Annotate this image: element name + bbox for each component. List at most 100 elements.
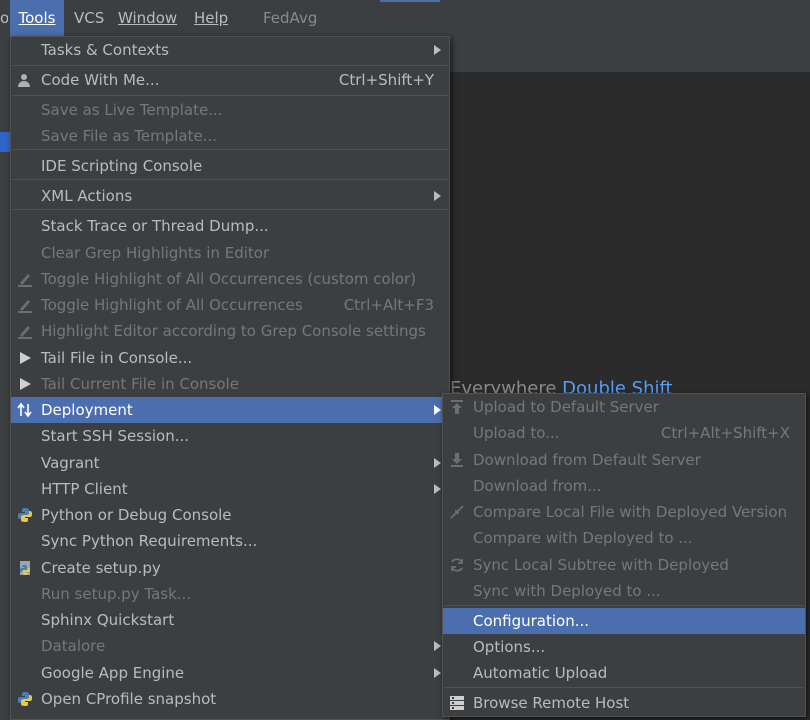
menu-item-compare-with-deployed-to[interactable]: Compare with Deployed to ... xyxy=(443,525,805,551)
python-icon xyxy=(17,507,33,523)
menu-item-sphinx-quickstart[interactable]: Sphinx Quickstart xyxy=(11,607,449,633)
menu-item-run-setup-py-task[interactable]: Run setup.py Task... xyxy=(11,581,449,607)
menu-item-datalore[interactable]: Datalore xyxy=(11,633,449,659)
menu-item-python-or-debug-console[interactable]: Python or Debug Console xyxy=(11,502,449,528)
menu-item-code-with-me[interactable]: Code With Me... Ctrl+Shift+Y xyxy=(11,67,449,93)
menu-item-label: Configuration... xyxy=(473,612,590,630)
menu-separator xyxy=(12,179,448,180)
menu-item-sync-python-requirements[interactable]: Sync Python Requirements... xyxy=(11,528,449,554)
menu-help[interactable]: Help xyxy=(194,0,228,36)
menu-item-label: Save File as Template... xyxy=(41,127,217,145)
menu-item-label: Start SSH Session... xyxy=(41,427,190,445)
menu-item-label: Python or Debug Console xyxy=(41,506,232,524)
menu-item-label: Datalore xyxy=(41,637,106,655)
menu-item-open-cprofile-snapshot[interactable]: Open CProfile snapshot xyxy=(11,686,449,712)
menu-item-upload-to-default-server[interactable]: Upload to Default Server xyxy=(443,394,805,420)
menu-item-http-client[interactable]: HTTP Client xyxy=(11,476,449,502)
menu-item-label: Browse Remote Host xyxy=(473,694,630,712)
menu-item-label: XML Actions xyxy=(41,187,133,205)
highlighter-icon xyxy=(17,297,33,313)
play-icon xyxy=(17,376,33,392)
menu-item-shortcut: Ctrl+Shift+Y xyxy=(338,71,434,89)
menu-item-highlight-editor-according-to-grep-console-settings[interactable]: Highlight Editor according to Grep Conso… xyxy=(11,318,449,344)
menu-bar: o Tools VCS Window Help FedAvg xyxy=(0,0,810,36)
menu-tools[interactable]: Tools xyxy=(10,0,64,36)
menu-window[interactable]: Window xyxy=(118,0,177,36)
menu-item-shortcut: Ctrl+Alt+Shift+X xyxy=(660,424,790,442)
menu-file-fragment[interactable]: o xyxy=(0,0,8,36)
menu-item-automatic-upload[interactable]: Automatic Upload xyxy=(443,660,805,686)
menu-item-vagrant[interactable]: Vagrant xyxy=(11,450,449,476)
menu-item-label: Upload to Default Server xyxy=(473,398,659,416)
menu-item-tasks-contexts[interactable]: Tasks & Contexts xyxy=(11,37,449,63)
title-accent xyxy=(380,0,440,2)
menu-item-download-from-default-server[interactable]: Download from Default Server xyxy=(443,447,805,473)
submenu-arrow-icon xyxy=(434,458,441,468)
upload-icon xyxy=(449,399,465,415)
menu-item-label: Deployment xyxy=(41,401,133,419)
menu-item-xml-actions[interactable]: XML Actions xyxy=(11,183,449,209)
menu-vcs[interactable]: VCS xyxy=(74,0,104,36)
menu-item-label: Toggle Highlight of All Occurrences (cus… xyxy=(41,270,417,288)
menu-item-label: Highlight Editor according to Grep Conso… xyxy=(41,322,426,340)
submenu-arrow-icon xyxy=(434,45,441,55)
menu-item-google-app-engine[interactable]: Google App Engine xyxy=(11,660,449,686)
menu-item-configuration[interactable]: Configuration... xyxy=(443,608,805,634)
play-icon xyxy=(17,350,33,366)
menu-item-label: Sync Python Requirements... xyxy=(41,532,258,550)
menu-tools-label: Tools xyxy=(18,9,56,27)
menu-item-options[interactable]: Options... xyxy=(443,634,805,660)
menu-item-label: Vagrant xyxy=(41,454,100,472)
deployment-submenu: Upload to Default Server Upload to... Ctrl… xyxy=(442,393,806,717)
menu-separator xyxy=(444,605,804,606)
menu-item-deployment[interactable]: Deployment xyxy=(11,397,449,423)
menu-item-label: Compare Local File with Deployed Version xyxy=(473,503,788,521)
menu-item-ide-scripting-console[interactable]: IDE Scripting Console xyxy=(11,153,449,179)
menu-item-label: Run setup.py Task... xyxy=(41,585,192,603)
menu-item-shortcut: Ctrl+Alt+F3 xyxy=(343,296,434,314)
menu-separator xyxy=(12,65,448,66)
submenu-arrow-icon xyxy=(434,641,441,651)
menu-item-start-ssh-session[interactable]: Start SSH Session... xyxy=(11,423,449,449)
submenu-arrow-icon xyxy=(434,191,441,201)
menu-item-label: IDE Scripting Console xyxy=(41,157,203,175)
sync-icon xyxy=(449,557,465,573)
menu-separator xyxy=(12,95,448,96)
menu-item-save-file-as-template[interactable]: Save File as Template... xyxy=(11,123,449,149)
python-file-icon xyxy=(17,560,33,576)
menu-item-create-setup-py[interactable]: Create setup.py xyxy=(11,555,449,581)
menu-window-label: Window xyxy=(118,9,178,27)
menu-item-label: Tail Current File in Console xyxy=(41,375,239,393)
menu-item-tail-current-file-in-console[interactable]: Tail Current File in Console xyxy=(11,371,449,397)
user-icon xyxy=(17,72,33,88)
submenu-arrow-icon xyxy=(434,405,441,415)
menu-separator xyxy=(12,149,448,150)
menu-item-label: Tasks & Contexts xyxy=(41,41,169,59)
compare-icon xyxy=(449,504,465,520)
menu-item-label: Compare with Deployed to ... xyxy=(473,529,693,547)
python-icon xyxy=(17,691,33,707)
menu-item-browse-remote-host[interactable]: Browse Remote Host xyxy=(443,690,805,716)
menu-item-label: Sync with Deployed to ... xyxy=(473,582,661,600)
menu-item-tail-file-in-console[interactable]: Tail File in Console... xyxy=(11,345,449,371)
menu-item-stack-trace-or-thread-dump[interactable]: Stack Trace or Thread Dump... xyxy=(11,213,449,239)
menu-item-clear-grep-highlights-in-editor[interactable]: Clear Grep Highlights in Editor xyxy=(11,240,449,266)
menu-item-download-from[interactable]: Download from... xyxy=(443,473,805,499)
menu-item-toggle-highlight-of-all-occurrences-custom-color[interactable]: Toggle Highlight of All Occurrences (cus… xyxy=(11,266,449,292)
menu-item-sync-with-deployed-to[interactable]: Sync with Deployed to ... xyxy=(443,578,805,604)
left-tool-strip xyxy=(0,36,10,720)
menu-item-compare-local-file-with-deployed-version[interactable]: Compare Local File with Deployed Version xyxy=(443,499,805,525)
menu-item-upload-to[interactable]: Upload to... Ctrl+Alt+Shift+X xyxy=(443,420,805,446)
highlighter-icon xyxy=(17,271,33,287)
download-icon xyxy=(449,452,465,468)
menu-item-sync-local-subtree-with-deployed[interactable]: Sync Local Subtree with Deployed xyxy=(443,552,805,578)
menu-item-save-as-live-template[interactable]: Save as Live Template... xyxy=(11,97,449,123)
submenu-arrow-icon xyxy=(434,668,441,678)
menu-item-label: Automatic Upload xyxy=(473,664,608,682)
left-strip-selection xyxy=(0,132,10,152)
menu-item-toggle-highlight-of-all-occurrences[interactable]: Toggle Highlight of All Occurrences Ctrl+… xyxy=(11,292,449,318)
menu-item-label: Google App Engine xyxy=(41,664,185,682)
server-icon xyxy=(449,695,465,711)
menu-item-label: Sphinx Quickstart xyxy=(41,611,175,629)
editor-toolbar xyxy=(448,36,810,72)
